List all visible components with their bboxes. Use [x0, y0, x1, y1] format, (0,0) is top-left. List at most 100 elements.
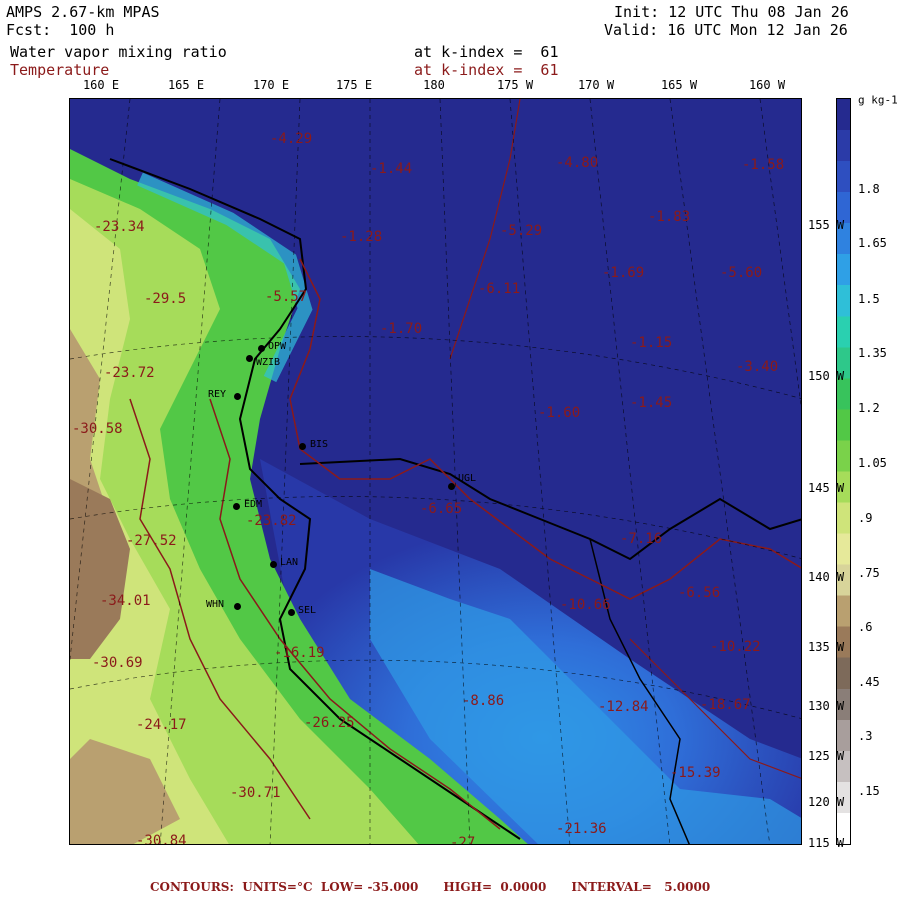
temperature-label: -27 [450, 835, 476, 845]
temperature-label: -1.15 [630, 335, 673, 351]
lat-label: 145 W [808, 481, 845, 495]
temperature-label: -21.36 [556, 821, 607, 837]
station-marker [234, 603, 241, 610]
model-title: AMPS 2.67-km MPAS [6, 3, 160, 21]
colorbar-label: .3 [858, 729, 873, 743]
temperature-label: -27.52 [126, 533, 177, 549]
temperature-label: -5.57 [265, 289, 308, 305]
colorbar-label: .45 [858, 675, 880, 689]
lon-label: 165 E [167, 78, 205, 92]
temperature-label: -1.70 [380, 321, 423, 337]
temperature-label: -18.67 [700, 697, 751, 713]
lon-label: 160 E [82, 78, 120, 92]
station-label: REY [208, 389, 227, 400]
lat-label: 115 W [808, 836, 845, 850]
temperature-label: -23.82 [246, 513, 297, 529]
temperature-label: -5.29 [500, 223, 543, 239]
lat-label: 140 W [808, 570, 845, 584]
temperature-label: -30.71 [230, 785, 281, 801]
lon-label: 175 E [335, 78, 373, 92]
station-marker [258, 345, 265, 352]
lon-label: 160 W [748, 78, 786, 92]
temperature-label: -10.66 [560, 597, 611, 613]
temperature-label: -1.69 [602, 265, 645, 281]
temperature-label: -1.28 [340, 229, 383, 245]
temperature-label: -10.22 [710, 639, 761, 655]
station-marker [270, 561, 277, 568]
temperature-label: -1.83 [648, 209, 691, 225]
temperature-label: -4.80 [556, 155, 599, 171]
temperature-label: -6.11 [478, 281, 521, 297]
lon-label: 170 W [577, 78, 615, 92]
lon-label: 165 W [660, 78, 698, 92]
temperature-label: -1.58 [742, 157, 785, 173]
colorbar-label: 1.5 [858, 292, 880, 306]
station-marker [448, 483, 455, 490]
colorbar-label: 1.65 [858, 236, 887, 250]
forecast-hour: Fcst: 100 h [6, 21, 115, 39]
colorbar-label: 1.35 [858, 346, 887, 360]
colorbar [836, 98, 851, 845]
temperature-label: -16.19 [274, 645, 325, 661]
temperature-label: -24.17 [136, 717, 187, 733]
temperature-label: -30.69 [92, 655, 143, 671]
temperature-label: -34.01 [100, 593, 151, 609]
station-marker [288, 609, 295, 616]
lon-label: 180 [423, 78, 445, 92]
temperature-label: -12.84 [598, 699, 649, 715]
station-label: WZIB [256, 357, 281, 368]
colorbar-label: 1.2 [858, 401, 880, 415]
temperature-label: -7.16 [620, 531, 663, 547]
temperature-label: -6.56 [678, 585, 721, 601]
lat-label: 130 W [808, 699, 845, 713]
station-marker [299, 443, 306, 450]
lat-label: 135 W [808, 640, 845, 654]
station-label: BIS [310, 439, 329, 450]
valid-time: Valid: 16 UTC Mon 12 Jan 26 [604, 21, 848, 39]
station-label: EDM [244, 499, 263, 510]
station-label: WHN [206, 599, 225, 610]
temperature-label: -23.72 [104, 365, 155, 381]
map-field [70, 99, 801, 844]
contour-info: CONTOURS: UNITS=°C LOW= -35.000 HIGH= 0.… [150, 880, 711, 894]
init-time: Init: 12 UTC Thu 08 Jan 26 [614, 3, 849, 21]
lon-label: 175 W [496, 78, 534, 92]
station-label: LAN [280, 557, 299, 568]
temperature-label: -1.60 [538, 405, 581, 421]
lat-label: 125 W [808, 749, 845, 763]
station-marker [233, 503, 240, 510]
temperature-label: -4.29 [270, 131, 313, 147]
lat-label: 150 W [808, 369, 845, 383]
station-label: UGL [458, 473, 477, 484]
temperature-label: -6.65 [420, 501, 463, 517]
station-marker [246, 355, 253, 362]
temperature-label: -29.5 [144, 291, 187, 307]
colorbar-label: .15 [858, 784, 880, 798]
station-marker [234, 393, 241, 400]
field-name-mixing-ratio: Water vapor mixing ratio [10, 43, 227, 61]
temperature-label: -23.34 [94, 219, 145, 235]
temperature-label: -8.86 [462, 693, 505, 709]
colorbar-unit: g kg-1 [858, 93, 898, 107]
k-index-temperature: at k-index = 61 [414, 61, 559, 79]
temperature-label: -5.60 [720, 265, 763, 281]
k-index-mixing-ratio: at k-index = 61 [414, 43, 559, 61]
temperature-label: -1.44 [370, 161, 413, 177]
lat-label: 120 W [808, 795, 845, 809]
colorbar-label: 1.05 [858, 456, 887, 470]
temperature-label: -15.39 [670, 765, 721, 781]
map-panel: -4.29 -5.57 -1.44 -4.80 -1.58 -1.28 -5.2… [69, 98, 802, 845]
station-label: SEL [298, 605, 317, 616]
lat-label: 155 W [808, 218, 845, 232]
temperature-label: -30.84 [136, 833, 187, 845]
temperature-label: -30.58 [72, 421, 123, 437]
colorbar-label: .75 [858, 566, 880, 580]
lon-label: 170 E [252, 78, 290, 92]
temperature-label: -26.25 [304, 715, 355, 731]
temperature-label: -1.45 [630, 395, 673, 411]
colorbar-label: 1.8 [858, 182, 880, 196]
station-label: OPW [268, 341, 287, 352]
colorbar-label: .6 [858, 620, 873, 634]
temperature-label: -3.40 [736, 359, 779, 375]
colorbar-label: .9 [858, 511, 873, 525]
